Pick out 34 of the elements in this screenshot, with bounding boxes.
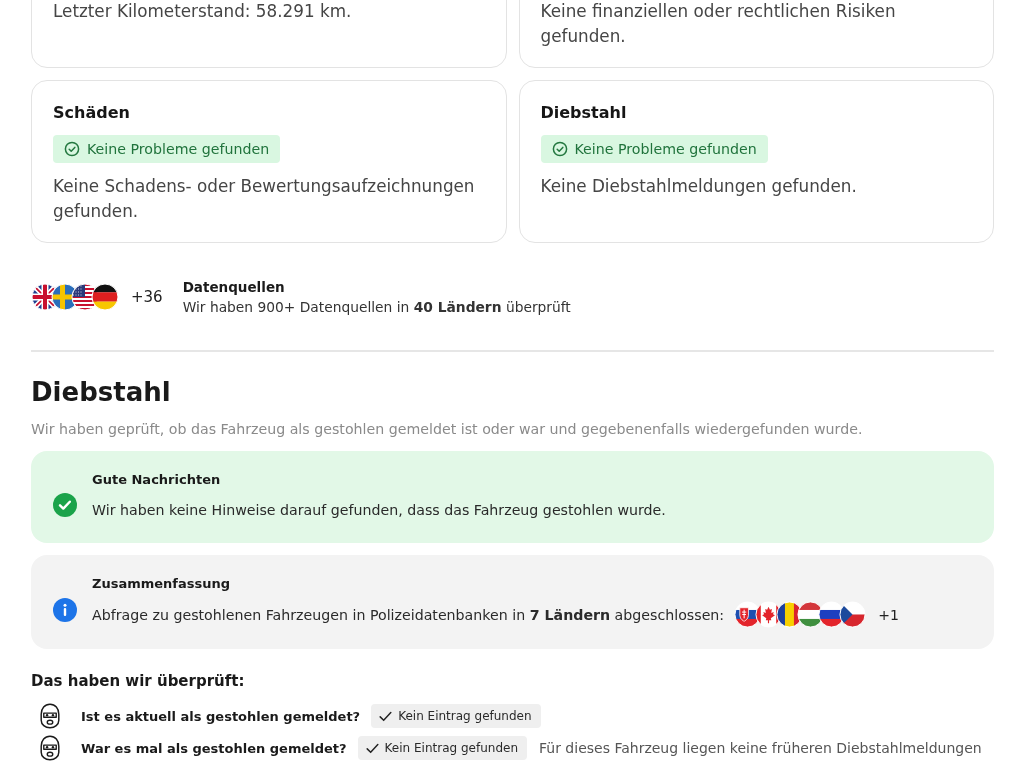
- check-circle-icon: [64, 141, 80, 157]
- more-countries-count: +36: [131, 288, 163, 306]
- data-sources-text: Wir haben 900+ Datenquellen in 40 Ländern überprüft: [182, 298, 571, 317]
- ski-mask-icon: [39, 735, 61, 761]
- card-description: Keine Schadens- oder Bewertungsaufzeichnungen gefunden.: [53, 175, 476, 223]
- check-question: Ist es aktuell als gestohlen gemeldet?: [81, 708, 361, 724]
- check-circle-icon: [551, 141, 568, 157]
- czech-flag-icon: [839, 601, 867, 628]
- status-badge: Keine Probleme gefunden: [53, 135, 281, 163]
- card-description: Letzter Kilometerstand: 58.291 km.: [53, 0, 353, 23]
- result-badge: Kein Eintrag gefunden: [371, 704, 541, 728]
- card-title: Diebstahl: [540, 102, 628, 124]
- card-title: Schäden: [53, 102, 131, 124]
- check-circle-icon: [53, 493, 77, 517]
- data-sources-title: Datenquellen: [182, 278, 286, 297]
- check-note: Für dieses Fahrzeug liegen keine früheren Diebstahlmeldungen: [539, 740, 982, 756]
- section-intro: Wir haben geprüft, ob das Fahrzeug als gestohlen gemeldet ist oder war und gegebenenfalls wiedergefunden wurde.: [31, 420, 864, 439]
- check-icon: [379, 710, 393, 722]
- alert-title: Zusammenfassung: [92, 575, 232, 593]
- check-icon: [365, 742, 379, 754]
- status-badge: Keine Probleme gefunden: [540, 135, 768, 163]
- ski-mask-icon: [39, 703, 61, 729]
- more-countries-count: +1: [878, 606, 899, 623]
- section-heading: Diebstahl: [31, 376, 172, 409]
- result-badge: Kein Eintrag gefunden: [357, 736, 527, 760]
- check-question: War es mal als gestohlen gemeldet?: [81, 740, 347, 756]
- alert-text: Abfrage zu gestohlenen Fahrzeugen in Polizeidatenbanken in 7 Ländern abgeschlossen:: [92, 605, 725, 625]
- info-icon: [53, 598, 77, 622]
- checks-heading: Das haben wir überprüft:: [31, 671, 246, 692]
- alert-title: Gute Nachrichten: [92, 471, 222, 489]
- alert-text: Wir haben keine Hinweise darauf gefunden, dass das Fahrzeug gestohlen wurde.: [92, 501, 666, 520]
- card-description: Keine finanziellen oder rechtlichen Risiken gefunden.: [540, 0, 897, 48]
- card-description: Keine Diebstahlmeldungen gefunden.: [540, 175, 858, 198]
- german-flag-icon: [91, 283, 119, 311]
